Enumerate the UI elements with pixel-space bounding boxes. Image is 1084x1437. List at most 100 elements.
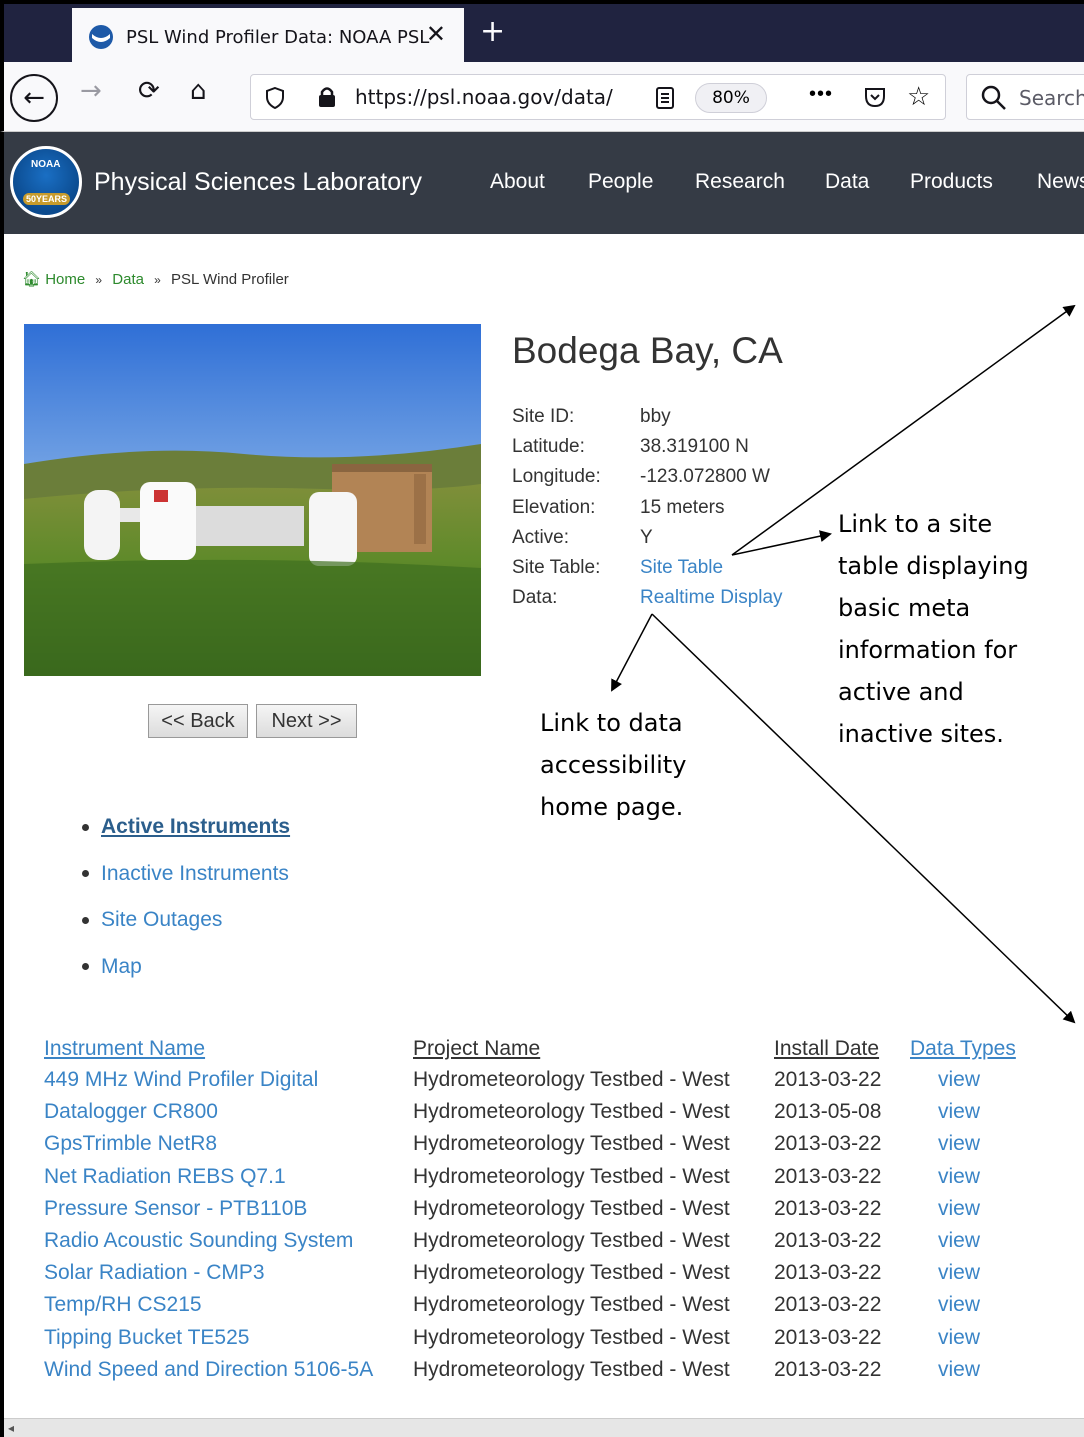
data-link-annotation: Link to data accessibility home page. — [540, 709, 687, 821]
instrument-table: Instrument Name Project Name Install Dat… — [44, 1034, 1050, 1386]
view-data-types-link[interactable]: view — [910, 1161, 1050, 1193]
view-data-types-link[interactable]: view — [910, 1128, 1050, 1160]
column-data-types: Data Types — [910, 1037, 1016, 1060]
table-row: Net Radiation REBS Q7.1 Hydrometeorology … — [44, 1161, 1050, 1193]
close-tab-icon[interactable]: ✕ — [426, 20, 446, 49]
instrument-name-link[interactable]: 449 MHz Wind Profiler Digital — [44, 1064, 413, 1096]
scroll-left-icon[interactable]: ◂ — [8, 1421, 14, 1435]
home-icon[interactable]: ⌂ — [190, 76, 207, 106]
instrument-name-link[interactable]: GpsTrimble NetR8 — [44, 1128, 413, 1160]
search-placeholder: Search — [1019, 86, 1084, 110]
breadcrumb-separator: » — [95, 273, 103, 287]
reload-icon[interactable]: ⟳ — [138, 76, 160, 106]
site-id-label: Site ID: — [512, 406, 575, 427]
browser-toolbar: ← → ⟳ ⌂ https://psl.noaa.gov/data/ 80% •… — [0, 62, 1084, 132]
bookmark-star-icon[interactable]: ☆ — [907, 81, 930, 112]
instrument-name-link[interactable]: Wind Speed and Direction 5106-5A — [44, 1354, 413, 1386]
zoom-level-button[interactable]: 80% — [695, 83, 767, 113]
address-bar[interactable]: https://psl.noaa.gov/data/ 80% ••• ☆ — [250, 74, 946, 120]
elevation-label: Elevation: — [512, 497, 596, 518]
longitude-label: Longitude: — [512, 466, 601, 487]
home-icon[interactable]: 🏠︎ — [22, 271, 41, 288]
instrument-name-link[interactable]: Solar Radiation - CMP3 — [44, 1257, 413, 1289]
page-content: 🏠︎ Home » Data » PSL Wind Profiler << Ba… — [0, 234, 1084, 1437]
back-arrow-icon[interactable]: ← — [10, 74, 58, 122]
nav-site-outages[interactable]: Site Outages — [82, 897, 290, 944]
view-data-types-link[interactable]: view — [910, 1257, 1050, 1289]
install-date-cell: 2013-03-22 — [774, 1229, 882, 1253]
view-data-types-link[interactable]: view — [910, 1064, 1050, 1096]
view-data-types-link[interactable]: view — [910, 1193, 1050, 1225]
site-name[interactable]: Physical Sciences Laboratory — [94, 168, 422, 197]
breadcrumb-data[interactable]: Data — [112, 271, 144, 288]
column-instrument-name[interactable]: Instrument Name — [44, 1034, 413, 1064]
lock-icon[interactable] — [317, 86, 337, 108]
project-name-cell: Hydrometeorology Testbed - West — [413, 1293, 730, 1317]
table-row: GpsTrimble NetR8 Hydrometeorology Testbed… — [44, 1128, 1050, 1160]
nav-data[interactable]: Data — [825, 170, 869, 194]
table-row: Datalogger CR800 Hydrometeorology Testbed… — [44, 1096, 1050, 1128]
noaa-logo[interactable]: NOAA 50YEARS — [10, 146, 82, 218]
project-name-cell: Hydrometeorology Testbed - West — [413, 1229, 730, 1253]
install-date-cell: 2013-03-22 — [774, 1196, 882, 1220]
new-tab-button[interactable]: + — [480, 14, 505, 49]
nav-research[interactable]: Research — [695, 170, 785, 194]
horizontal-scrollbar[interactable]: ◂ — [4, 1418, 1084, 1437]
instrument-name-link[interactable]: Tipping Bucket TE525 — [44, 1322, 413, 1354]
instrument-name-link[interactable]: Datalogger CR800 — [44, 1096, 413, 1128]
view-data-types-link[interactable]: view — [910, 1354, 1050, 1386]
search-box[interactable]: Search — [966, 74, 1084, 120]
nav-about[interactable]: About — [490, 170, 545, 194]
browser-tab-bar: PSL Wind Profiler Data: NOAA PSL ✕ + — [0, 0, 1084, 66]
forward-arrow-icon[interactable]: → — [80, 76, 102, 106]
page-actions-icon[interactable]: ••• — [809, 83, 833, 106]
project-name-cell: Hydrometeorology Testbed - West — [413, 1068, 730, 1092]
site-id-value: bby — [640, 406, 671, 427]
next-button[interactable]: Next >> — [256, 704, 357, 738]
install-date-cell: 2013-03-22 — [774, 1132, 882, 1156]
site-photo — [24, 324, 481, 676]
table-row: 449 MHz Wind Profiler Digital Hydrometeor… — [44, 1064, 1050, 1096]
browser-tab[interactable]: PSL Wind Profiler Data: NOAA PSL ✕ — [72, 8, 464, 66]
project-name-cell: Hydrometeorology Testbed - West — [413, 1357, 730, 1381]
instrument-name-link[interactable]: Radio Acoustic Sounding System — [44, 1225, 413, 1257]
view-data-types-link[interactable]: view — [910, 1096, 1050, 1128]
url-text[interactable]: https://psl.noaa.gov/data/ — [355, 85, 613, 109]
data-label: Data: — [512, 587, 558, 608]
nav-map[interactable]: Map — [82, 944, 290, 991]
site-title: Bodega Bay, CA — [512, 330, 783, 371]
pocket-icon[interactable] — [863, 85, 887, 109]
nav-people[interactable]: People — [588, 170, 653, 194]
latitude-value: 38.319100 N — [640, 436, 749, 457]
breadcrumb-current: PSL Wind Profiler — [170, 271, 289, 288]
breadcrumb-home[interactable]: Home — [45, 271, 85, 288]
table-row: Tipping Bucket TE525 Hydrometeorology Tes… — [44, 1322, 1050, 1354]
view-data-types-link[interactable]: view — [910, 1322, 1050, 1354]
noaa-favicon-icon — [89, 25, 113, 49]
nav-inactive-instruments[interactable]: Inactive Instruments — [82, 851, 290, 898]
project-name-cell: Hydrometeorology Testbed - West — [413, 1100, 730, 1124]
reader-view-icon[interactable] — [655, 86, 675, 110]
install-date-cell: 2013-03-22 — [774, 1068, 882, 1092]
view-data-types-link[interactable]: view — [910, 1225, 1050, 1257]
view-data-types-link[interactable]: view — [910, 1289, 1050, 1321]
nav-products[interactable]: Products — [910, 170, 993, 194]
site-table-annotation: Link to a site table displaying basic me… — [838, 510, 1029, 748]
column-install-date[interactable]: Install Date — [774, 1034, 910, 1064]
project-name-cell: Hydrometeorology Testbed - West — [413, 1196, 730, 1220]
table-row: Temp/RH CS215 Hydrometeorology Testbed - … — [44, 1289, 1050, 1321]
nav-news[interactable]: News — [1037, 170, 1084, 194]
instrument-name-link[interactable]: Temp/RH CS215 — [44, 1289, 413, 1321]
nav-active-instruments[interactable]: Active Instruments — [82, 804, 290, 851]
column-project-name[interactable]: Project Name — [413, 1034, 774, 1064]
install-date-cell: 2013-03-22 — [774, 1325, 882, 1349]
project-name-cell: Hydrometeorology Testbed - West — [413, 1325, 730, 1349]
site-table-link[interactable]: Site Table — [640, 557, 723, 579]
shield-icon[interactable] — [265, 87, 285, 109]
back-button[interactable]: << Back — [148, 704, 248, 738]
instrument-name-link[interactable]: Pressure Sensor - PTB110B — [44, 1193, 413, 1225]
table-header-row: Instrument Name Project Name Install Dat… — [44, 1034, 1050, 1064]
project-name-cell: Hydrometeorology Testbed - West — [413, 1164, 730, 1188]
realtime-display-link[interactable]: Realtime Display — [640, 587, 783, 609]
instrument-name-link[interactable]: Net Radiation REBS Q7.1 — [44, 1161, 413, 1193]
